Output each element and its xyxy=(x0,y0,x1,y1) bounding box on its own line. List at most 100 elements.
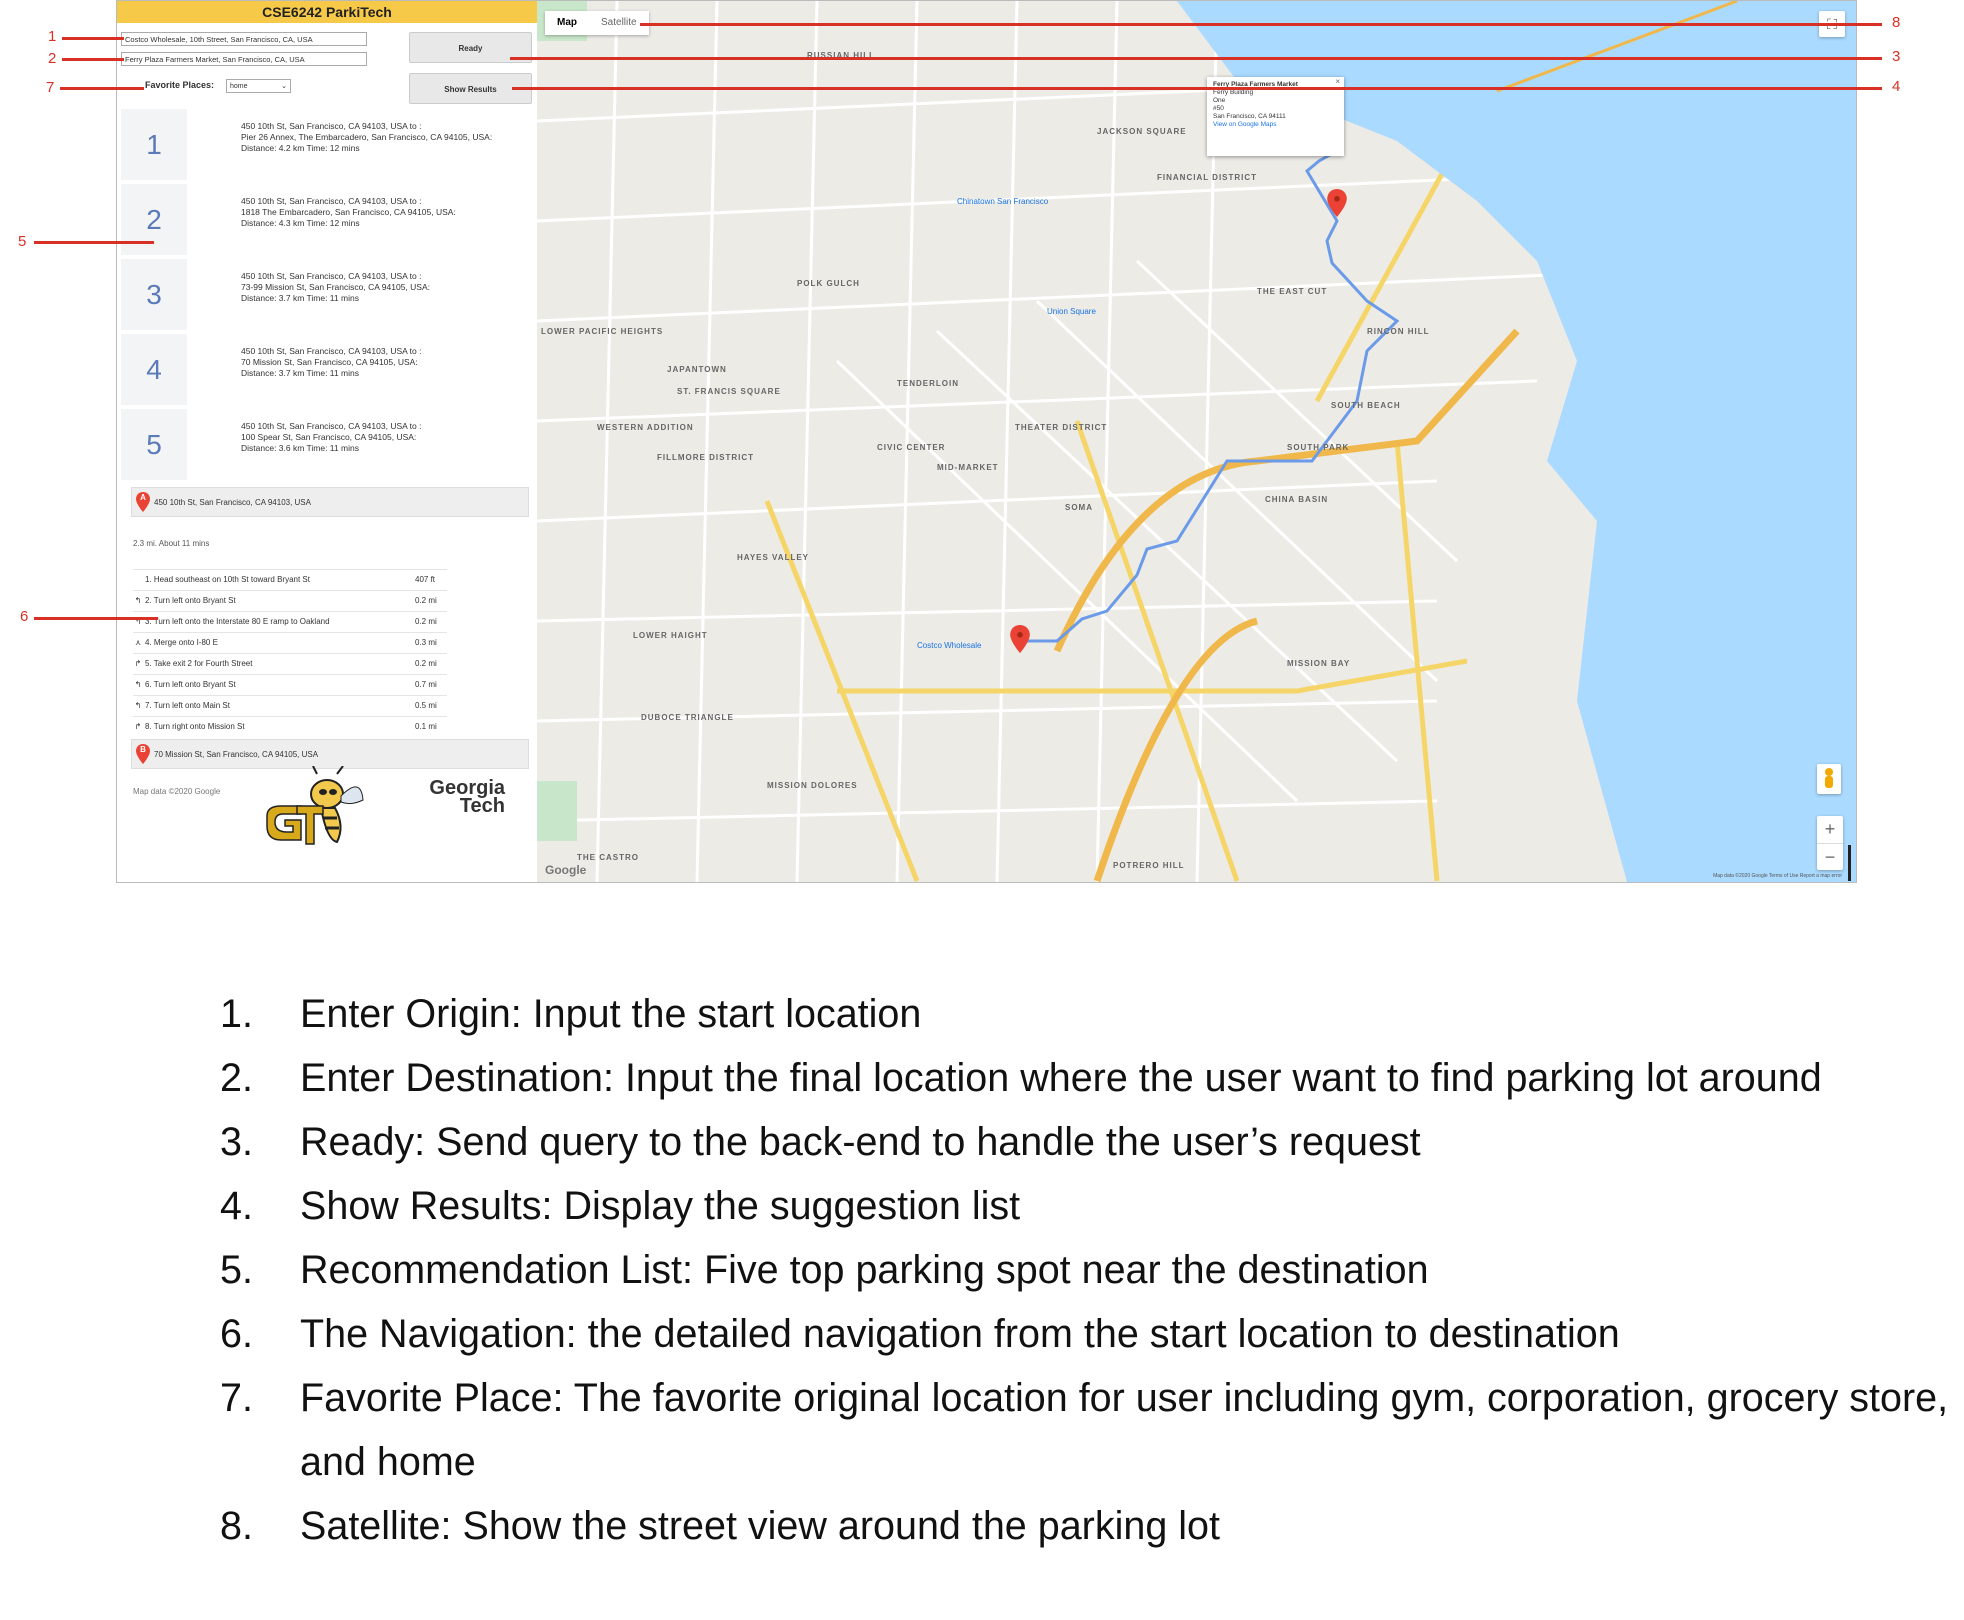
map-tab[interactable]: Map xyxy=(545,11,589,35)
direction-step[interactable]: ↰ 3. Turn left onto the Interstate 80 E r… xyxy=(133,611,447,632)
map-label: CHINA BASIN xyxy=(1265,495,1329,504)
direction-step[interactable]: 1. Head southeast on 10th St toward Brya… xyxy=(133,569,447,590)
map-label: TENDERLOIN xyxy=(897,379,959,388)
legend-number: 2. xyxy=(220,1056,253,1100)
callout-number: 5 xyxy=(18,233,27,250)
legend-text: Enter Destination: Input the final locat… xyxy=(300,1056,1822,1100)
google-map[interactable]: RUSSIAN HILL JACKSON SQUARE FINANCIAL DI… xyxy=(537,1,1856,882)
direction-step[interactable]: ↱ 5. Take exit 2 for Fourth Street 0.2 mi xyxy=(133,653,447,674)
recommendation-rank: 1 xyxy=(121,109,187,180)
callout-number: 2 xyxy=(48,50,57,67)
start-address: 450 10th St, San Francisco, CA 94103, US… xyxy=(154,498,311,507)
legend-item: 1. Enter Origin: Input the start location xyxy=(220,982,1950,1046)
callout-number: 8 xyxy=(1892,14,1901,31)
map-label: Union Square xyxy=(1047,307,1096,316)
map-marker-b-icon[interactable] xyxy=(1327,189,1347,217)
pegman-icon[interactable] xyxy=(1817,764,1841,794)
view-on-google-maps-link[interactable]: View on Google Maps xyxy=(1213,121,1338,129)
step-distance: 0.1 mi xyxy=(415,722,437,731)
marker-b-letter: B xyxy=(140,745,146,754)
map-label: RINCON HILL xyxy=(1367,327,1430,336)
info-line: San Francisco, CA 94111 xyxy=(1213,113,1286,120)
recommendation-item[interactable]: 3 450 10th St, San Francisco, CA 94103, … xyxy=(121,259,535,334)
resize-handle[interactable] xyxy=(1848,845,1851,881)
rec-line1: 450 10th St, San Francisco, CA 94103, US… xyxy=(241,271,422,281)
zoom-in-button[interactable]: + xyxy=(1817,816,1843,844)
map-marker-a-icon[interactable] xyxy=(1010,625,1030,653)
recommendation-text: 450 10th St, San Francisco, CA 94103, US… xyxy=(241,121,492,154)
callout-number: 6 xyxy=(20,608,29,625)
direction-step[interactable]: ↱ 8. Turn right onto Mission St 0.1 mi xyxy=(133,716,447,737)
recommendation-item[interactable]: 2 450 10th St, San Francisco, CA 94103, … xyxy=(121,184,535,259)
direction-step[interactable]: ↰ 2. Turn left onto Bryant St 0.2 mi xyxy=(133,590,447,611)
recommendation-list: 1 450 10th St, San Francisco, CA 94103, … xyxy=(121,109,535,484)
legend-item: 3. Ready: Send query to the back-end to h… xyxy=(220,1110,1950,1174)
map-label: ST. FRANCIS SQUARE xyxy=(677,387,781,396)
map-label: CIVIC CENTER xyxy=(877,443,946,452)
legend-text: The Navigation: the detailed navigation … xyxy=(300,1312,1620,1356)
map-label: THE EAST CUT xyxy=(1257,287,1328,296)
rec-line2: 73-99 Mission St, San Francisco, CA 9410… xyxy=(241,282,430,292)
rec-line2: 70 Mission St, San Francisco, CA 94105, … xyxy=(241,357,418,367)
favorite-places-select[interactable]: home ⌄ xyxy=(226,79,291,93)
origin-input[interactable]: Costco Wholesale, 10th Street, San Franc… xyxy=(121,32,367,46)
map-label: MISSION DOLORES xyxy=(767,781,858,790)
rec-line3: Distance: 3.7 km Time: 11 mins xyxy=(241,293,359,303)
recommendation-rank: 5 xyxy=(121,409,187,480)
recommendation-rank: 4 xyxy=(121,334,187,405)
rec-line1: 450 10th St, San Francisco, CA 94103, US… xyxy=(241,196,422,206)
legend-text: Enter Origin: Input the start location xyxy=(300,992,922,1036)
map-label: HAYES VALLEY xyxy=(737,553,810,562)
step-text: 2. Turn left onto Bryant St xyxy=(145,596,236,605)
callout-line xyxy=(640,23,1882,26)
favorite-selected-value: home xyxy=(230,83,248,90)
callout-line xyxy=(62,58,124,61)
map-label: FINANCIAL DISTRICT xyxy=(1157,173,1258,182)
legend-number: 1. xyxy=(220,992,253,1036)
map-label: MISSION BAY xyxy=(1287,659,1351,668)
zoom-out-button[interactable]: − xyxy=(1817,844,1843,870)
step-distance: 407 ft xyxy=(415,575,436,584)
recommendation-item[interactable]: 1 450 10th St, San Francisco, CA 94103, … xyxy=(121,109,535,184)
map-canvas[interactable] xyxy=(537,1,1856,882)
map-label: POTRERO HILL xyxy=(1113,861,1185,870)
callout-number: 3 xyxy=(1892,48,1901,65)
legend-number: 3. xyxy=(220,1120,253,1164)
gt-word-tech: Tech xyxy=(459,795,505,817)
end-address: 70 Mission St, San Francisco, CA 94105, … xyxy=(154,750,319,759)
destination-input[interactable]: Ferry Plaza Farmers Market, San Francisc… xyxy=(121,52,367,66)
map-label: SOMA xyxy=(1065,503,1093,512)
recommendation-item[interactable]: 5 450 10th St, San Francisco, CA 94103, … xyxy=(121,409,535,484)
direction-step[interactable]: ⋏ 4. Merge onto I-80 E 0.3 mi xyxy=(133,632,447,653)
callout-line xyxy=(60,87,144,90)
recommendation-text: 450 10th St, San Francisco, CA 94103, US… xyxy=(241,196,456,229)
callout-line xyxy=(34,617,158,620)
step-distance: 0.2 mi xyxy=(415,617,437,626)
direction-step[interactable]: ↰ 6. Turn left onto Bryant St 0.7 mi xyxy=(133,674,447,695)
step-text: 7. Turn left onto Main St xyxy=(145,701,230,710)
step-text: 1. Head southeast on 10th St toward Brya… xyxy=(145,575,310,584)
step-text: 4. Merge onto I-80 E xyxy=(145,638,218,647)
info-line: One xyxy=(1213,97,1226,104)
legend-item: 8. Satellite: Show the street view around… xyxy=(220,1494,1950,1558)
recommendation-item[interactable]: 4 450 10th St, San Francisco, CA 94103, … xyxy=(121,334,535,409)
map-type-control: Map Satellite xyxy=(545,11,649,35)
rec-line3: Distance: 3.7 km Time: 11 mins xyxy=(241,368,359,378)
callout-line xyxy=(34,241,154,244)
step-text: 5. Take exit 2 for Fourth Street xyxy=(145,659,253,668)
legend-text: Recommendation List: Five top parking sp… xyxy=(300,1248,1429,1292)
step-text: 3. Turn left onto the Interstate 80 E ra… xyxy=(145,617,330,626)
navigation-steps: 1. Head southeast on 10th St toward Brya… xyxy=(133,569,447,737)
marker-a-letter: A xyxy=(140,493,146,502)
control-panel: CSE6242 ParkiTech Costco Wholesale, 10th… xyxy=(117,1,538,882)
exit-right-icon: ↱ xyxy=(134,659,142,668)
map-label: SOUTH PARK xyxy=(1287,443,1350,452)
direction-step[interactable]: ↰ 7. Turn left onto Main St 0.5 mi xyxy=(133,695,447,716)
app-title: CSE6242 ParkiTech xyxy=(117,1,537,23)
close-icon[interactable]: × xyxy=(1335,78,1340,86)
rec-line1: 450 10th St, San Francisco, CA 94103, US… xyxy=(241,346,422,356)
legend-number: 6. xyxy=(220,1312,253,1356)
turn-left-icon: ↰ xyxy=(134,680,142,689)
rec-line3: Distance: 3.6 km Time: 11 mins xyxy=(241,443,359,453)
legend-number: 8. xyxy=(220,1504,253,1548)
